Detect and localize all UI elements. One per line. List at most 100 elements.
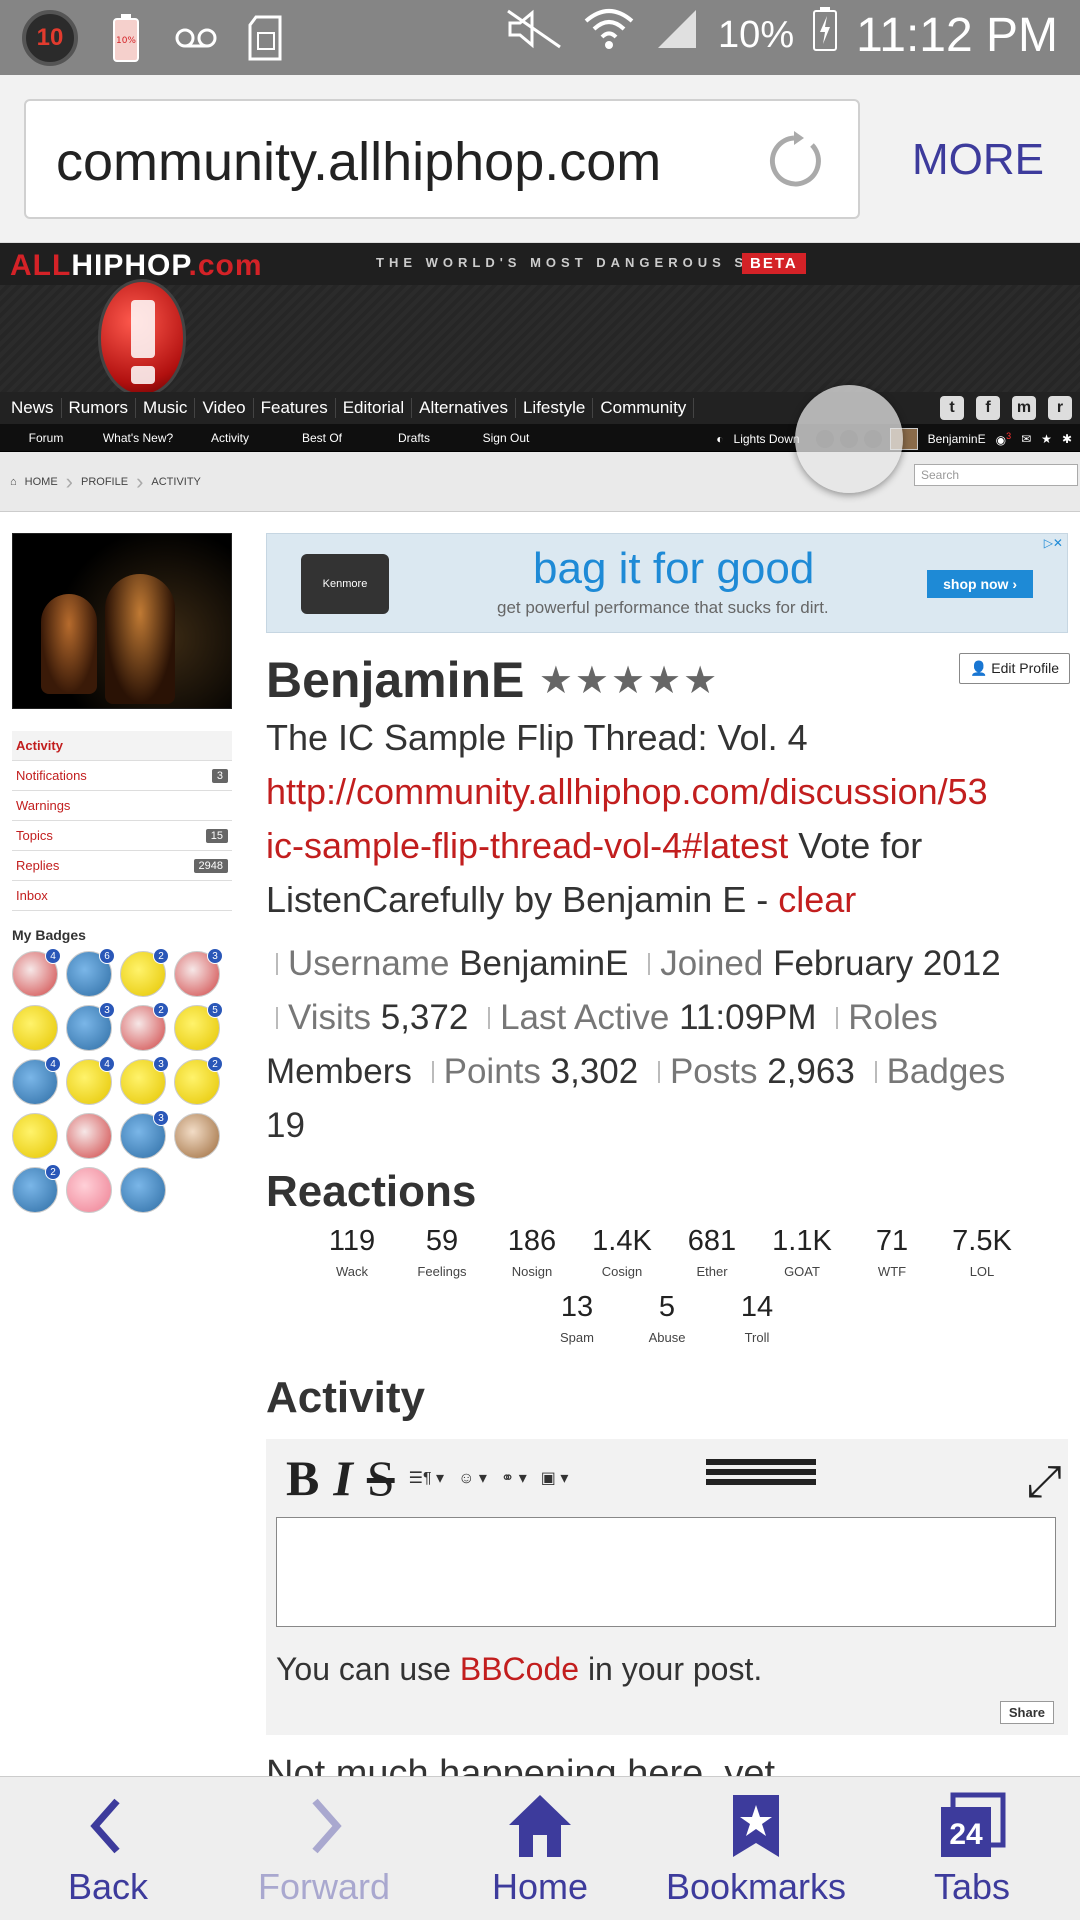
ad-shop-now-button[interactable]: shop now ›: [927, 570, 1033, 598]
sidebar-item-notifications[interactable]: Notifications 3: [12, 761, 232, 791]
home-button[interactable]: Home: [432, 1777, 648, 1920]
list-icon[interactable]: ☰¶ ▾: [409, 1468, 444, 1488]
subnav-activity[interactable]: Activity: [184, 431, 276, 445]
more-button[interactable]: MORE: [912, 135, 1044, 185]
badge-icon[interactable]: 3: [66, 1002, 115, 1051]
site-logo[interactable]: ALLHIPHOP.com: [10, 249, 263, 283]
badge-icon[interactable]: 2: [12, 1164, 61, 1213]
badge-icon[interactable]: 2: [120, 1002, 169, 1051]
align-icon[interactable]: [706, 1459, 816, 1495]
sidebar-item-activity[interactable]: Activity: [12, 731, 232, 761]
star-icon[interactable]: ★: [1041, 432, 1052, 446]
badge-icon[interactable]: 3: [174, 948, 223, 997]
exclamation-logo-icon[interactable]: [98, 279, 186, 397]
myspace-icon[interactable]: m: [1012, 396, 1036, 420]
image-icon[interactable]: ▣ ▾: [541, 1468, 569, 1488]
ad-headline: bag it for good: [533, 544, 815, 593]
subnav-drafts[interactable]: Drafts: [368, 431, 460, 445]
badge-icon[interactable]: 6: [66, 948, 115, 997]
browser-bottom-toolbar: Back Forward Home Bookmarks 24 Tabs: [0, 1776, 1080, 1920]
reload-icon[interactable]: [764, 131, 824, 191]
badge-icon[interactable]: 3: [120, 1110, 169, 1159]
sidebar-item-warnings[interactable]: Warnings: [12, 791, 232, 821]
emoji-icon[interactable]: ☺ ▾: [458, 1468, 487, 1488]
badge-icon[interactable]: 2: [120, 948, 169, 997]
reaction-abuse[interactable]: 5 Abuse: [622, 1291, 712, 1345]
nav-features[interactable]: Features: [254, 398, 336, 418]
rss-icon[interactable]: r: [1048, 396, 1072, 420]
italic-button[interactable]: I: [333, 1449, 352, 1507]
reaction-troll[interactable]: 14 Troll: [712, 1291, 802, 1345]
reaction-nosign[interactable]: 186 Nosign: [487, 1225, 577, 1279]
badge-icon[interactable]: 2: [174, 1056, 223, 1105]
tabs-button[interactable]: 24 Tabs: [864, 1777, 1080, 1920]
link-icon[interactable]: ⚭ ▾: [501, 1468, 527, 1488]
reaction-wack[interactable]: 119 Wack: [307, 1225, 397, 1279]
globe-notification-icon[interactable]: ◉3: [996, 431, 1012, 447]
profile-photo[interactable]: [12, 533, 232, 709]
bold-button[interactable]: B: [286, 1449, 319, 1507]
subnav-best-of[interactable]: Best Of: [276, 431, 368, 445]
badge-icon[interactable]: 4: [12, 1056, 61, 1105]
activity-textarea[interactable]: [276, 1517, 1056, 1627]
reaction-ether[interactable]: 681 Ether: [667, 1225, 757, 1279]
badge-icon[interactable]: 4: [12, 948, 61, 997]
nav-community[interactable]: Community: [593, 398, 695, 418]
strike-button[interactable]: S: [367, 1449, 395, 1507]
back-button[interactable]: Back: [0, 1777, 216, 1920]
breadcrumb-profile[interactable]: PROFILE: [81, 476, 128, 488]
breadcrumb-home[interactable]: HOME: [25, 476, 58, 488]
status-link[interactable]: http://community.allhiphop.com/discussio…: [266, 771, 988, 812]
badge-icon[interactable]: 4: [66, 1056, 115, 1105]
status-link-cont[interactable]: ic-sample-flip-thread-vol-4#latest: [266, 825, 788, 866]
forward-button[interactable]: Forward: [216, 1777, 432, 1920]
sidebar-item-topics[interactable]: Topics 15: [12, 821, 232, 851]
bbcode-link[interactable]: BBCode: [460, 1651, 579, 1687]
sidebar-item-inbox[interactable]: Inbox: [12, 881, 232, 911]
badge-icon[interactable]: [66, 1167, 112, 1213]
current-user-name[interactable]: BenjaminE: [928, 432, 986, 446]
badge-icon[interactable]: [174, 1113, 220, 1159]
badge-icon[interactable]: [12, 1113, 58, 1159]
badge-icon[interactable]: [12, 1005, 58, 1051]
badge-icon[interactable]: 3: [120, 1056, 169, 1105]
bookmarks-button[interactable]: Bookmarks: [648, 1777, 864, 1920]
reaction-wtf[interactable]: 71 WTF: [847, 1225, 937, 1279]
share-button[interactable]: Share: [999, 1701, 1054, 1724]
nav-news[interactable]: News: [4, 398, 62, 418]
nav-lifestyle[interactable]: Lifestyle: [516, 398, 594, 418]
home-icon[interactable]: ⌂: [10, 476, 17, 488]
mail-icon[interactable]: ✉: [1021, 432, 1031, 446]
site-search-input[interactable]: Search: [914, 464, 1078, 486]
nav-editorial[interactable]: Editorial: [336, 398, 413, 418]
subnav-forum[interactable]: Forum: [0, 431, 92, 445]
badge-icon[interactable]: 5: [174, 1002, 223, 1051]
lights-down-toggle[interactable]: Lights Down: [734, 432, 800, 446]
twitter-icon[interactable]: t: [940, 396, 964, 420]
floating-menu-button[interactable]: [795, 385, 903, 493]
reaction-goat[interactable]: 1.1K GOAT: [757, 1225, 847, 1279]
facebook-icon[interactable]: f: [976, 396, 1000, 420]
nav-video[interactable]: Video: [195, 398, 254, 418]
address-field[interactable]: community.allhiphop.com: [24, 99, 860, 219]
clear-status-link[interactable]: clear: [778, 879, 856, 920]
nav-alternatives[interactable]: Alternatives: [412, 398, 516, 418]
subnav-whats-new[interactable]: What's New?: [92, 431, 184, 445]
reaction-spam[interactable]: 13 Spam: [532, 1291, 622, 1345]
breadcrumb-activity[interactable]: ACTIVITY: [151, 476, 201, 488]
gear-icon[interactable]: ✱: [1062, 432, 1072, 446]
nav-music[interactable]: Music: [136, 398, 196, 418]
badge-icon[interactable]: [66, 1113, 112, 1159]
edit-profile-button[interactable]: 👤 Edit Profile: [958, 653, 1070, 684]
reaction-feelings[interactable]: 59 Feelings: [397, 1225, 487, 1279]
ad-close-icon[interactable]: ▷✕: [1044, 536, 1063, 550]
url-text[interactable]: community.allhiphop.com: [56, 131, 661, 193]
reaction-lol[interactable]: 7.5K LOL: [937, 1225, 1027, 1279]
sidebar-item-replies[interactable]: Replies 2948: [12, 851, 232, 881]
reaction-cosign[interactable]: 1.4K Cosign: [577, 1225, 667, 1279]
expand-icon[interactable]: ⤢: [1027, 1457, 1062, 1507]
badge-icon[interactable]: [120, 1167, 166, 1213]
nav-rumors[interactable]: Rumors: [62, 398, 137, 418]
subnav-sign-out[interactable]: Sign Out: [460, 431, 552, 445]
advertisement-banner[interactable]: Kenmore bag it for good get powerful per…: [266, 533, 1068, 633]
